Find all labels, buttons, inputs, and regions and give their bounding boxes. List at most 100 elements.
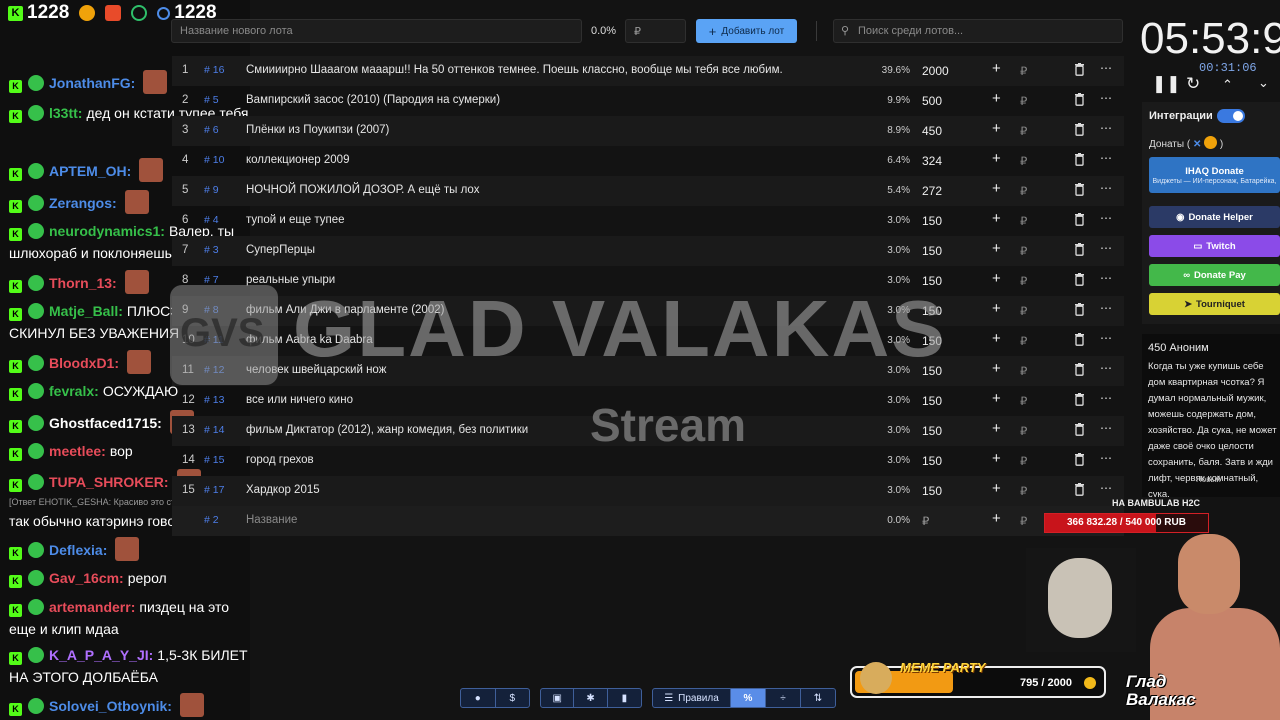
chat-username[interactable]: Thorn_13:	[49, 275, 117, 291]
dollar-icon[interactable]: $	[496, 689, 530, 707]
add-amount-button[interactable]: +	[992, 180, 1001, 197]
search-lots-input[interactable]: ⚲ Поиск среди лотов...	[833, 19, 1123, 43]
trash-icon[interactable]	[1074, 393, 1085, 409]
more-icon[interactable]: ⋯	[1100, 121, 1112, 135]
chat-username[interactable]: Ghostfaced1715:	[49, 415, 162, 431]
lot-name[interactable]: НОЧНОЙ ПОЖИЛОЙ ДОЗОР. А ещё ты лох	[246, 184, 479, 196]
new-lot-name-input[interactable]: Название	[246, 514, 297, 526]
new-lot-amount-input[interactable]: ₽	[625, 19, 686, 43]
trash-icon[interactable]	[1074, 183, 1085, 199]
more-icon[interactable]: ⋯	[1100, 91, 1112, 105]
new-lot-row-currency[interactable]: ₽	[922, 514, 929, 528]
lot-name[interactable]: реальные упыри	[246, 274, 335, 286]
lot-name[interactable]: Смиииирно Шааагом мааарш!! На 50 оттенко…	[246, 64, 783, 76]
add-amount-button[interactable]: +	[992, 330, 1001, 347]
trash-icon[interactable]	[1074, 423, 1085, 439]
more-icon[interactable]: ⋯	[1100, 211, 1112, 225]
chat-username[interactable]: Zerangos:	[49, 195, 117, 211]
trash-icon[interactable]	[1074, 453, 1085, 469]
trash-icon[interactable]	[1074, 303, 1085, 319]
trash-icon[interactable]	[1074, 123, 1085, 139]
chat-username[interactable]: artemanderr:	[49, 599, 135, 615]
chevron-up-icon[interactable]: ⌃	[1222, 77, 1233, 93]
trash-icon[interactable]	[1074, 153, 1085, 169]
add-lot-button[interactable]: + Добавить лот	[696, 19, 797, 43]
chat-username[interactable]: neurodynamics1:	[49, 223, 165, 239]
chat-username[interactable]: meetlee:	[49, 443, 106, 459]
add-amount-button[interactable]: +	[992, 90, 1001, 107]
lot-amount[interactable]: 272	[922, 184, 942, 198]
lot-amount[interactable]: 150	[922, 364, 942, 378]
ihaq-donate-button[interactable]: IHAQ Donate Виджеты — ИИ-персонаж, Батар…	[1149, 157, 1280, 193]
tourniquet-button[interactable]: ➤ Tourniquet	[1149, 293, 1280, 315]
chat-username[interactable]: K_A_P_A_Y_JI:	[49, 647, 153, 663]
github-icon[interactable]: ●	[461, 689, 496, 707]
lot-amount[interactable]: 2000	[922, 64, 949, 78]
lot-amount[interactable]: 500	[922, 94, 942, 108]
lot-name[interactable]: фильм Али Джи в парламенте (2002)	[246, 304, 444, 316]
lot-name[interactable]: все или ничего кино	[246, 394, 353, 406]
delete-all-icon[interactable]: ▮	[608, 689, 641, 707]
chat-username[interactable]: АРТЕМ_ОН:	[49, 163, 131, 179]
trash-icon[interactable]	[1074, 273, 1085, 289]
save-icon[interactable]: ▣	[541, 689, 575, 707]
lot-amount[interactable]: 150	[922, 424, 942, 438]
add-amount-button[interactable]: +	[992, 60, 1001, 77]
trash-icon[interactable]	[1074, 243, 1085, 259]
lot-amount[interactable]: 150	[922, 454, 942, 468]
percent-toggle[interactable]: %	[731, 689, 766, 707]
lot-name[interactable]: фильм Диктатор (2012), жанр комедия, без…	[246, 424, 528, 436]
chat-username[interactable]: l33tt:	[49, 105, 82, 121]
lot-amount[interactable]: 150	[922, 484, 942, 498]
add-amount-button[interactable]: +	[992, 480, 1001, 497]
more-icon[interactable]: ⋯	[1100, 151, 1112, 165]
trash-icon[interactable]	[1074, 363, 1085, 379]
more-icon[interactable]: ⋯	[1100, 271, 1112, 285]
lot-amount[interactable]: 150	[922, 304, 942, 318]
more-icon[interactable]: ⋯	[1100, 421, 1112, 435]
more-icon[interactable]: ⋯	[1100, 181, 1112, 195]
chat-username[interactable]: TUPA_SHROKER:	[49, 474, 169, 490]
add-amount-button[interactable]: +	[992, 150, 1001, 167]
lot-amount[interactable]: 150	[922, 274, 942, 288]
more-icon[interactable]: ⋯	[1100, 301, 1112, 315]
lot-amount[interactable]: 150	[922, 244, 942, 258]
lot-name[interactable]: тупой и еще тупее	[246, 214, 345, 226]
lot-name[interactable]: Вампирский засос (2010) (Пародия на суме…	[246, 94, 500, 106]
add-amount-button[interactable]: +	[992, 120, 1001, 137]
chat-username[interactable]: Solovei_Otboynik:	[49, 698, 172, 714]
lot-name[interactable]: фильм Aabra ka Daabra	[246, 334, 373, 346]
bug-icon[interactable]: ✱	[574, 689, 608, 707]
lot-amount[interactable]: 150	[922, 214, 942, 228]
chat-username[interactable]: BloodxD1:	[49, 355, 119, 371]
lot-name[interactable]: коллекционер 2009	[246, 154, 349, 166]
trash-icon[interactable]	[1074, 213, 1085, 229]
add-amount-button[interactable]: +	[992, 270, 1001, 287]
more-icon[interactable]: ⋯	[1100, 451, 1112, 465]
lot-amount[interactable]: 450	[922, 124, 942, 138]
lot-amount[interactable]: 324	[922, 154, 942, 168]
pause-icon[interactable]: ❚❚	[1152, 74, 1181, 94]
more-icon[interactable]: ⋯	[1100, 331, 1112, 345]
trash-icon[interactable]	[1074, 483, 1085, 499]
add-amount-button[interactable]: +	[992, 300, 1001, 317]
rules-button[interactable]: ☰ Правила	[653, 689, 731, 707]
add-amount-button[interactable]: +	[992, 240, 1001, 257]
donate-helper-button[interactable]: ◉ Donate Helper	[1149, 206, 1280, 228]
add-amount-button[interactable]: +	[992, 360, 1001, 377]
add-amount-button[interactable]: +	[992, 210, 1001, 227]
lot-name[interactable]: город грехов	[246, 454, 314, 466]
sort-icon[interactable]: ⇅	[801, 689, 835, 707]
chat-username[interactable]: Deflexia:	[49, 542, 107, 558]
donate-pay-button[interactable]: ∞ Donate Pay	[1149, 264, 1280, 286]
new-lot-input[interactable]: Название нового лота	[171, 19, 582, 43]
integrations-toggle[interactable]	[1217, 109, 1245, 123]
trash-icon[interactable]	[1074, 333, 1085, 349]
lot-name[interactable]: Плёнки из Поукипзи (2007)	[246, 124, 389, 136]
twitch-button[interactable]: ▭ Twitch	[1149, 235, 1280, 257]
new-lot-plus-button[interactable]: +	[992, 510, 1001, 527]
lot-name[interactable]: человек швейцарский нож	[246, 364, 386, 376]
chevron-down-icon[interactable]: ⌄	[1258, 75, 1269, 91]
more-icon[interactable]: ⋯	[1100, 391, 1112, 405]
more-icon[interactable]: ⋯	[1100, 361, 1112, 375]
